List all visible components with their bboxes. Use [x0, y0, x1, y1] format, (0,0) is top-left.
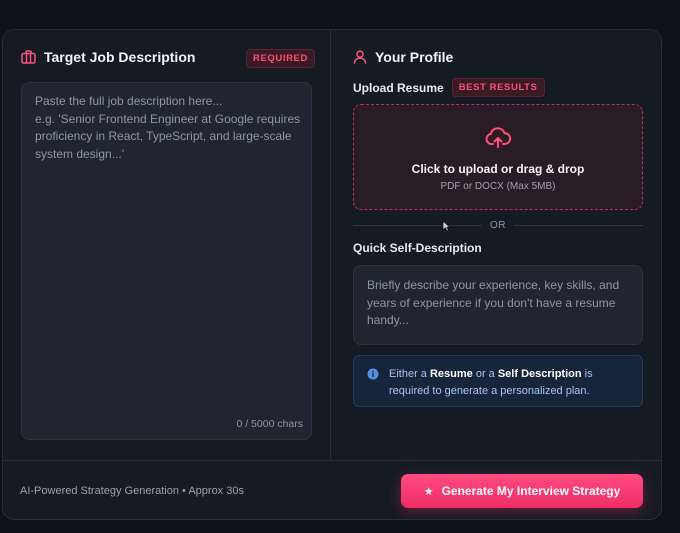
footer-bar: AI-Powered Strategy Generation • Approx …	[3, 460, 661, 519]
cursor-icon	[442, 219, 452, 237]
generate-strategy-label: Generate My Interview Strategy	[441, 484, 621, 498]
info-text-part: or a	[472, 368, 498, 380]
best-results-badge: BEST RESULTS	[451, 78, 545, 97]
divider-line-right	[514, 224, 643, 226]
cloud-upload-icon	[485, 126, 512, 154]
info-resume-emphasis: Resume	[429, 368, 473, 380]
profile-title: Your Profile	[375, 49, 454, 65]
profile-panel: Your Profile Upload Resume BEST RESULTS …	[332, 30, 661, 460]
dropzone-title: Click to upload or drag & drop	[411, 161, 585, 176]
char-count: 0 / 5000 chars	[236, 418, 303, 430]
required-badge: REQUIRED	[246, 49, 315, 68]
or-text: OR	[490, 219, 506, 231]
info-text-part: Either a	[389, 368, 430, 380]
job-description-textarea[interactable]: Paste the full job description here... e…	[21, 82, 312, 440]
self-description-textarea[interactable]: Briefly describe your experience, key sk…	[353, 265, 643, 345]
upload-resume-row: Upload Resume BEST RESULTS	[353, 78, 545, 97]
profile-header: Your Profile	[353, 49, 453, 65]
info-icon	[367, 367, 379, 385]
dropzone-subtitle: PDF or DOCX (Max 5MB)	[440, 180, 556, 192]
job-description-header: Target Job Description	[21, 49, 195, 65]
job-description-panel: Target Job Description REQUIRED Paste th…	[3, 30, 331, 460]
requirement-info-text: Either a Resume or a Self Description is…	[389, 366, 634, 399]
footer-note: AI-Powered Strategy Generation • Approx …	[20, 485, 244, 497]
self-description-label: Quick Self-Description	[353, 241, 482, 255]
info-self-emphasis: Self Description	[497, 368, 582, 380]
star-icon: ★	[423, 485, 434, 498]
job-description-placeholder: Paste the full job description here... e…	[35, 94, 301, 161]
or-divider: OR	[353, 217, 643, 233]
self-description-placeholder: Briefly describe your experience, key sk…	[367, 278, 620, 327]
job-description-title: Target Job Description	[44, 49, 196, 65]
divider-line-left	[353, 224, 482, 226]
upload-resume-label: Upload Resume	[353, 80, 444, 95]
generate-strategy-button[interactable]: ★ Generate My Interview Strategy	[401, 474, 643, 508]
resume-dropzone[interactable]: Click to upload or drag & drop PDF or DO…	[353, 104, 643, 210]
requirement-info-box: Either a Resume or a Self Description is…	[353, 355, 643, 407]
user-icon	[353, 50, 367, 64]
interview-setup-card: Target Job Description REQUIRED Paste th…	[2, 29, 662, 520]
briefcase-icon	[21, 50, 36, 64]
